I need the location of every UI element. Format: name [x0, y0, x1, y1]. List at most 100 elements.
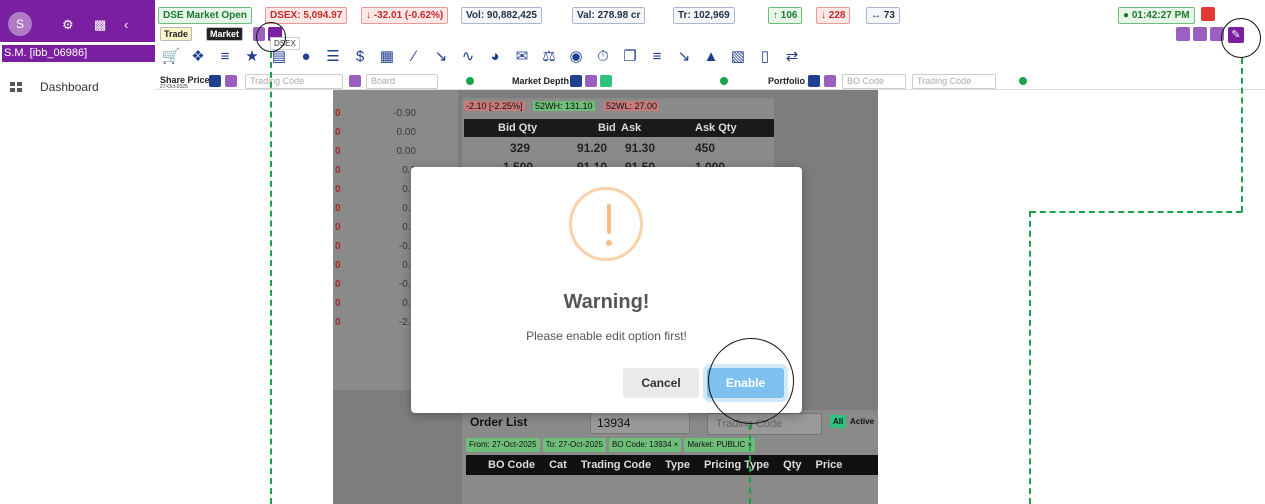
filter-icon[interactable] — [824, 75, 836, 87]
star-icon[interactable] — [349, 75, 361, 87]
sidebar-item-label: Dashboard — [40, 80, 99, 94]
order-table-header: BO Code Cat Trading Code Type Pricing Ty… — [466, 455, 878, 475]
filter-all[interactable]: All — [830, 415, 847, 428]
sidebar-header: S ⚙ ▩ ‹ — [0, 0, 155, 42]
book-icon[interactable]: ▧ — [728, 48, 748, 66]
cart-icon[interactable]: 🛒 — [161, 48, 181, 66]
globe-icon[interactable]: ◉ — [566, 48, 586, 66]
ask-qty-header: Ask Qty — [695, 122, 737, 134]
col-cat: Cat — [549, 459, 567, 471]
bid-cell: 91.20 — [577, 141, 608, 155]
52w-low: 52WL: 27.00 — [604, 101, 660, 111]
highlight-ring — [1221, 18, 1261, 58]
col-pricing-type: Pricing Type — [703, 459, 770, 471]
collapse-icon[interactable]: ‹ — [124, 17, 128, 32]
filter-active[interactable]: Active — [850, 415, 874, 428]
status-dot-icon — [1019, 77, 1027, 85]
user-name: S.M. [ibb_06986] — [2, 45, 157, 62]
tag[interactable]: BO Code: 13934 × — [608, 438, 682, 452]
panel-icon[interactable]: ▩ — [94, 17, 106, 33]
envelope-icon[interactable]: ✉ — [512, 48, 532, 66]
swap-icon[interactable]: ⇄ — [782, 48, 802, 66]
guide-line — [1030, 211, 1242, 213]
ask-cell: 91.30 — [625, 141, 656, 155]
down-badge: ↓ 228 — [816, 7, 851, 24]
line-chart-icon[interactable]: ∕ — [404, 48, 424, 66]
list-icon[interactable]: ≡ — [215, 48, 235, 66]
people-icon[interactable]: ▲ — [701, 48, 721, 66]
bid-qty-header: Bid Qty — [498, 122, 538, 134]
tag: From: 27-Oct-2025 — [466, 438, 540, 452]
list-item[interactable]: 0 0.00 — [333, 127, 458, 147]
col-trading-code: Trading Code — [580, 459, 652, 471]
status-dot-icon — [720, 77, 728, 85]
dashboard-icon — [10, 82, 22, 92]
alert-icon[interactable] — [1201, 7, 1215, 21]
guide-line — [749, 424, 751, 504]
ask-cell: 91.50 — [625, 160, 656, 167]
settings-icon[interactable]: ⚙ — [62, 17, 74, 33]
portfolio-trading-code-select[interactable]: Trading Code — [912, 74, 996, 89]
ask-header: Ask — [621, 122, 642, 134]
dialog-title: Warning! — [563, 291, 650, 313]
date-label: 27-Oct-2025 — [160, 84, 188, 90]
ask-qty-cell: 450 — [695, 141, 716, 155]
dsex-index: DSEX: 5,094.97 — [265, 7, 348, 24]
list-item[interactable]: 0 -0.90 — [333, 108, 458, 128]
volume-badge: Vol: 90,882,425 — [461, 7, 542, 24]
mail-icon[interactable] — [1176, 27, 1190, 41]
lines-icon[interactable]: ☰ — [323, 48, 343, 66]
star-list-icon[interactable]: ★ — [242, 48, 262, 66]
bolt-icon[interactable]: ❖ — [188, 48, 208, 66]
info-icon[interactable]: ● — [296, 48, 316, 66]
table-icon[interactable] — [570, 75, 582, 87]
area-chart-icon[interactable]: ↘ — [431, 48, 451, 66]
market-status-badge: DSE Market Open — [158, 7, 252, 24]
bid-qty-cell: 329 — [510, 141, 531, 155]
pie-icon[interactable]: ◕ — [485, 48, 505, 66]
board-select[interactable]: Board — [366, 74, 438, 89]
dsex-change: ↓ -32.01 (-0.62%) — [361, 7, 449, 24]
depth-change: -2.10 [-2.25%] — [464, 101, 525, 111]
trading-code-select[interactable]: Trading Code — [245, 74, 343, 89]
value-badge: Val: 278.98 cr — [572, 7, 646, 24]
guide-line — [1029, 211, 1031, 504]
zigzag-icon[interactable]: ∿ — [458, 48, 478, 66]
52w-high: 52WH: 131.10 — [533, 101, 595, 111]
order-code-select[interactable]: 13934 — [590, 412, 690, 434]
columns-icon[interactable]: ▯ — [755, 48, 775, 66]
scale-icon[interactable]: ⚖ — [539, 48, 559, 66]
tag[interactable]: Market: PUBLIC × — [684, 438, 756, 452]
bid-cell: 91.10 — [577, 160, 608, 167]
trades-badge: Tr: 102,969 — [673, 7, 735, 24]
bid-qty-cell: 1,500 — [503, 160, 534, 167]
list-item[interactable]: 0 0.00 — [333, 146, 458, 166]
trade-button[interactable]: Trade — [160, 27, 193, 41]
sliders-icon[interactable]: ≡ — [647, 48, 667, 66]
sidebar-item-dashboard[interactable]: Dashboard — [10, 80, 99, 94]
chart-box-icon[interactable]: ▦ — [377, 48, 397, 66]
ask-qty-cell: 1,000 — [695, 160, 726, 167]
bell-icon[interactable] — [1193, 27, 1207, 41]
market-depth-label: Market Depth — [512, 76, 570, 86]
warning-icon — [569, 187, 643, 261]
copy-icon[interactable]: ❐ — [620, 48, 640, 66]
guide-line — [270, 52, 272, 504]
up-badge: ↑ 106 — [768, 7, 803, 24]
list-toggle-icon[interactable] — [600, 75, 612, 87]
col-type: Type — [665, 459, 690, 471]
filter-icon[interactable] — [225, 75, 237, 87]
avatar[interactable]: S — [8, 12, 32, 36]
money-doc-icon[interactable]: $ — [350, 48, 370, 66]
cancel-button[interactable]: Cancel — [623, 368, 699, 398]
guide-line — [1241, 58, 1243, 212]
filter-icon[interactable] — [585, 75, 597, 87]
table-icon[interactable] — [209, 75, 221, 87]
bo-code-select[interactable]: BO Code — [842, 74, 906, 89]
col-bo-code: BO Code — [488, 459, 536, 471]
timer-icon[interactable]: ⏱ — [593, 48, 613, 66]
table-icon[interactable] — [808, 75, 820, 87]
bid-header: Bid — [598, 122, 616, 134]
market-button[interactable]: Market — [206, 27, 244, 41]
trend-icon[interactable]: ↘ — [674, 48, 694, 66]
